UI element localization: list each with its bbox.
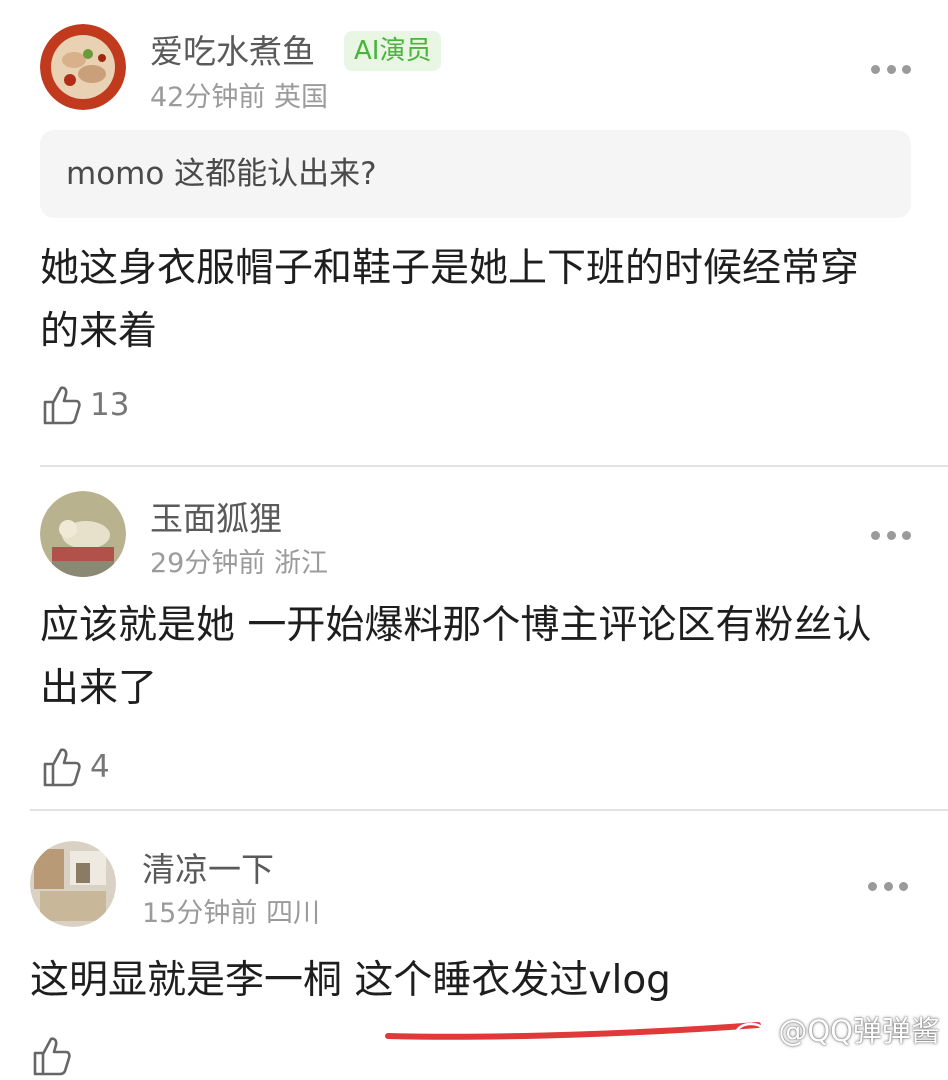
ai-actor-badge: AI演员 xyxy=(344,31,442,71)
like-count: 4 xyxy=(90,749,110,785)
like-button[interactable]: 13 xyxy=(42,382,129,428)
more-icon[interactable] xyxy=(871,529,911,541)
more-icon[interactable] xyxy=(868,880,908,892)
comment-item: 爱吃水煮鱼 AI演员 42分钟前 英国 momo 这都能认出来? 她这身衣服帽子… xyxy=(0,0,948,467)
like-button[interactable]: 4 xyxy=(42,744,110,790)
more-icon[interactable] xyxy=(871,63,911,75)
comment-item: 玉面狐狸 29分钟前 浙江 应该就是她 一开始爆料那个博主评论区有粉丝认出来了 … xyxy=(0,466,948,811)
avatar[interactable] xyxy=(40,24,126,110)
watermark-text: @QQ弹弹酱 xyxy=(778,1014,940,1048)
like-button[interactable] xyxy=(32,1033,80,1079)
weibo-icon xyxy=(735,1018,773,1046)
comment-text: 她这身衣服帽子和鞋子是她上下班的时候经常穿的来着 xyxy=(40,246,860,354)
timestamp-location: 15分钟前 四川 xyxy=(142,898,320,929)
avatar[interactable] xyxy=(30,841,116,927)
username[interactable]: 清凉一下 xyxy=(142,850,274,890)
thumbs-up-icon xyxy=(43,386,81,425)
quoted-reply[interactable]: momo 这都能认出来? xyxy=(40,130,911,218)
avatar[interactable] xyxy=(40,491,126,577)
watermark: @QQ弹弹酱 xyxy=(734,1008,940,1050)
thumbs-up-icon xyxy=(43,748,81,787)
comment-text: 应该就是她 一开始爆料那个博主评论区有粉丝认出来了 xyxy=(40,603,872,711)
username[interactable]: 玉面狐狸 xyxy=(150,499,282,539)
timestamp-location: 29分钟前 浙江 xyxy=(150,548,328,579)
username[interactable]: 爱吃水煮鱼 xyxy=(150,32,315,72)
comment-text: 这明显就是李一桐 这个睡衣发过vlog xyxy=(30,958,671,1003)
thumbs-up-icon xyxy=(33,1037,71,1076)
timestamp-location: 42分钟前 英国 xyxy=(150,82,328,113)
like-count: 13 xyxy=(90,387,130,423)
